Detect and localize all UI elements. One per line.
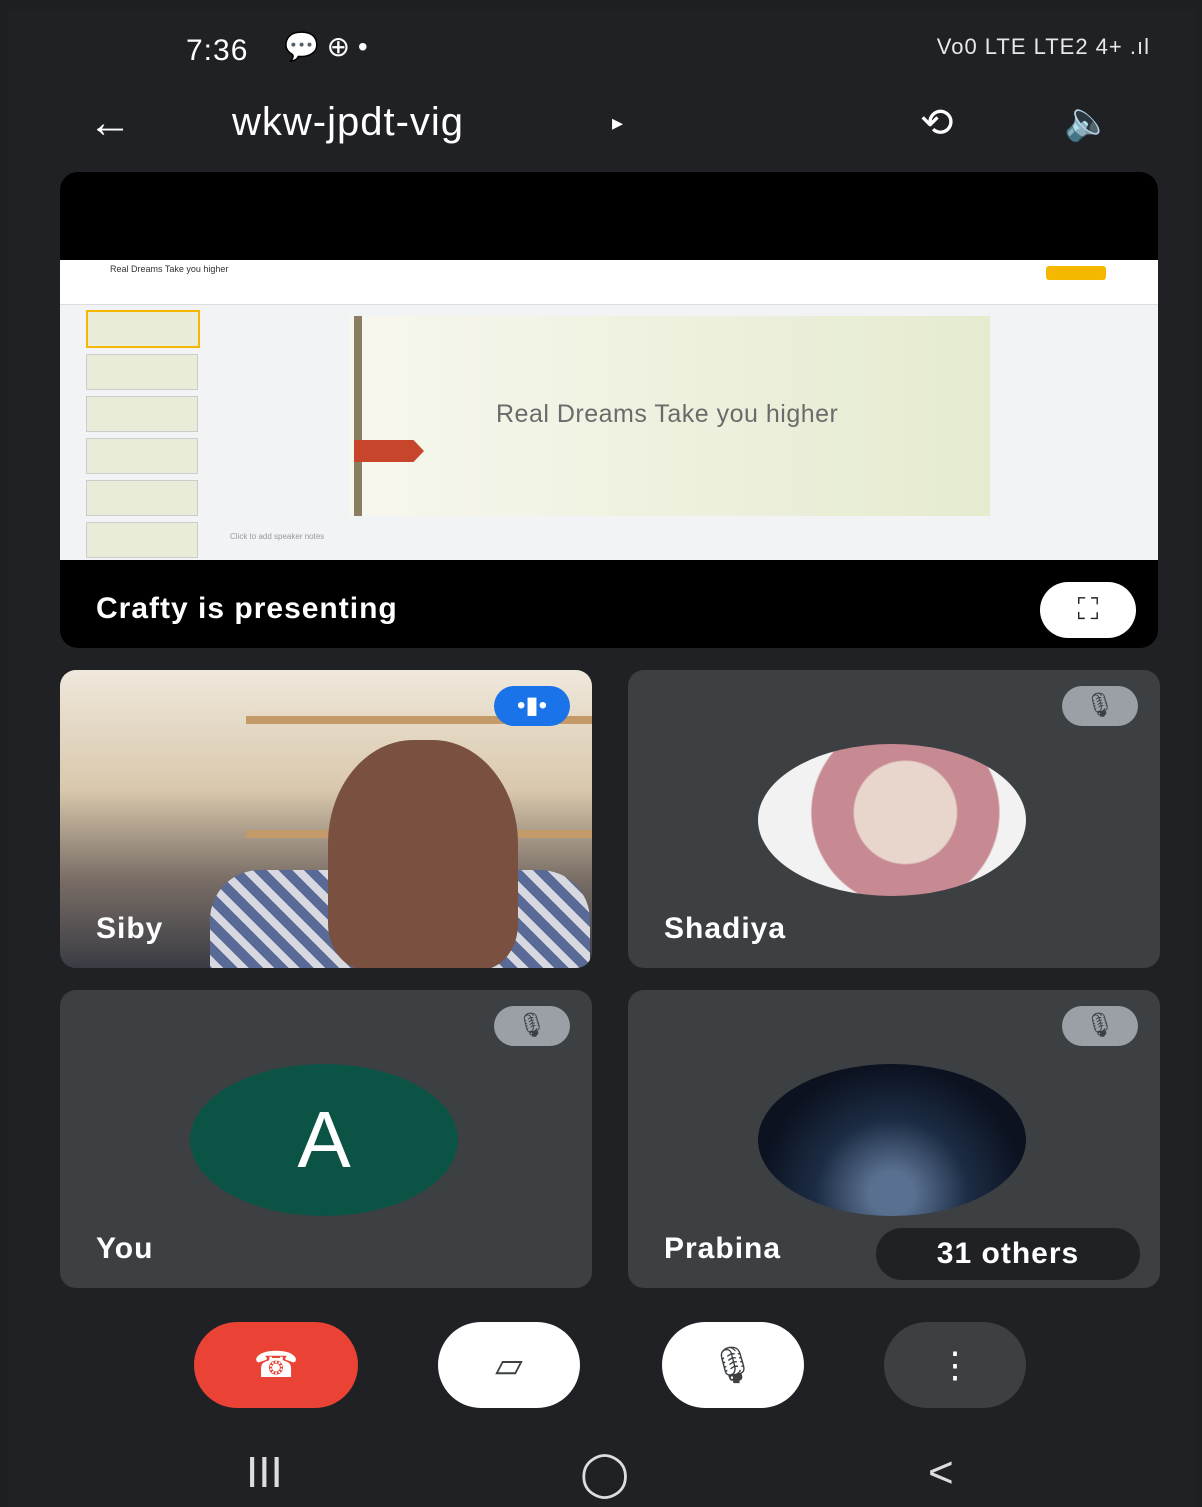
- camera-toggle-button[interactable]: ▱: [438, 1322, 580, 1408]
- mic-muted-icon: 🎙: [1062, 686, 1138, 726]
- avatar-initial: A: [297, 1095, 351, 1184]
- switch-camera-icon[interactable]: ⟲: [920, 100, 954, 146]
- slide-arrow-shape: [354, 440, 424, 462]
- mic-off-icon: 🎙: [710, 1344, 756, 1385]
- slide-thumbnail: [86, 354, 198, 390]
- participant-tile-siby[interactable]: •▮• Siby: [60, 670, 592, 968]
- slide-thumbnail: [86, 438, 198, 474]
- participant-name: Siby: [96, 912, 164, 945]
- clock: 7:36: [186, 34, 249, 67]
- home-nav-icon[interactable]: ◯: [580, 1448, 629, 1499]
- speaking-indicator-icon: •▮•: [494, 686, 570, 726]
- fullscreen-icon: ⛶: [1077, 593, 1099, 626]
- avatar: [758, 1064, 1026, 1216]
- mic-toggle-button[interactable]: 🎙: [662, 1322, 804, 1408]
- participant-name: Shadiya: [664, 912, 787, 945]
- participant-tile-you[interactable]: 🎙 A You: [60, 990, 592, 1288]
- current-slide: Real Dreams Take you higher: [350, 316, 990, 516]
- mic-muted-icon: 🎙: [494, 1006, 570, 1046]
- others-count-button[interactable]: 31 others: [876, 1228, 1140, 1280]
- slide-thumbnails: [86, 304, 206, 558]
- slide-thumbnail: [86, 310, 200, 348]
- recents-nav-icon[interactable]: III: [246, 1448, 283, 1498]
- avatar: A: [190, 1064, 458, 1216]
- end-call-button[interactable]: ☎: [194, 1322, 358, 1408]
- back-arrow-icon[interactable]: ←: [88, 98, 132, 148]
- presenting-caption: Crafty is presenting: [96, 592, 398, 625]
- slide-thumbnail: [86, 396, 198, 432]
- status-bar: 7:36 💬 ⊕ • Vo0 LTE LTE2 4+ .ıl: [0, 0, 1202, 80]
- meeting-header: ← wkw-jpdt-vig ▸ ⟲ 🔈: [0, 90, 1202, 160]
- slide-title: Real Dreams Take you higher: [496, 400, 839, 428]
- shared-screen: Real Dreams Take you higher Real Dreams …: [60, 260, 1158, 560]
- meeting-info-icon[interactable]: ▸: [612, 110, 623, 136]
- camera-off-icon: ▱: [495, 1344, 523, 1385]
- phone-hangup-icon: ☎: [253, 1344, 299, 1385]
- avatar: [758, 744, 1026, 896]
- signal-battery-icons: Vo0 LTE LTE2 4+ .ıl: [936, 34, 1150, 59]
- speaker-notes: Click to add speaker notes: [230, 532, 325, 541]
- slides-toolbar: Real Dreams Take you higher: [60, 260, 1158, 305]
- slides-doc-title: Real Dreams Take you higher: [110, 264, 229, 274]
- presentation-tile[interactable]: Real Dreams Take you higher Real Dreams …: [60, 172, 1158, 648]
- participant-tile-shadiya[interactable]: 🎙 Shadiya: [628, 670, 1160, 968]
- back-nav-icon[interactable]: <: [928, 1448, 954, 1498]
- participant-name: You: [96, 1232, 154, 1265]
- fullscreen-button[interactable]: ⛶: [1040, 582, 1136, 638]
- share-button: [1046, 266, 1106, 280]
- more-vert-icon: ⋮: [937, 1344, 973, 1385]
- participant-name: Prabina: [664, 1232, 782, 1265]
- meeting-code[interactable]: wkw-jpdt-vig: [232, 100, 464, 145]
- mic-muted-icon: 🎙: [1062, 1006, 1138, 1046]
- speaker-icon[interactable]: 🔈: [1064, 100, 1111, 144]
- notification-icons: 💬 ⊕ •: [284, 31, 368, 62]
- participant-face: [328, 740, 518, 968]
- more-options-button[interactable]: ⋮: [884, 1322, 1026, 1408]
- slide-decoration: [354, 316, 362, 516]
- slide-thumbnail: [86, 522, 198, 558]
- slide-thumbnail: [86, 480, 198, 516]
